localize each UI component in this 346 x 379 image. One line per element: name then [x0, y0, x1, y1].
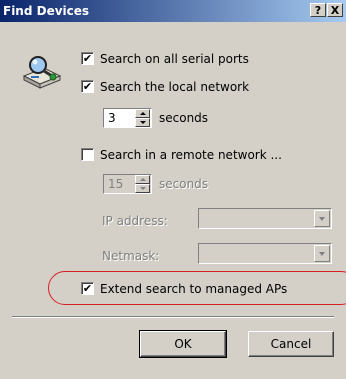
remote-network-checkbox[interactable] — [81, 148, 94, 161]
chevron-down-icon — [319, 252, 325, 256]
chevron-down-icon — [319, 217, 325, 221]
remote-timeout-value: 15 — [108, 177, 124, 191]
ip-address-dropdown-button — [314, 210, 330, 227]
local-timeout-value: 3 — [108, 111, 116, 125]
network-computer-search-icon — [22, 56, 62, 89]
ip-address-label: IP address: — [102, 214, 168, 228]
spin-down-button — [135, 184, 150, 193]
spin-up-button[interactable] — [135, 109, 150, 118]
arrow-down-icon — [140, 121, 146, 124]
serial-ports-checkbox[interactable]: ✔ — [81, 52, 94, 65]
netmask-dropdown-button — [314, 245, 330, 262]
spin-down-button[interactable] — [135, 118, 150, 127]
find-devices-dialog: Find Devices ? X ✔ Search on all serial … — [0, 0, 346, 379]
local-timeout-stepper[interactable] — [135, 109, 150, 127]
dialog-title: Find Devices — [3, 4, 90, 18]
title-bar: Find Devices ? X — [0, 0, 346, 22]
arrow-down-icon — [140, 187, 146, 190]
arrow-up-icon — [140, 178, 146, 181]
ok-button[interactable]: OK — [139, 330, 227, 358]
serial-ports-label: Search on all serial ports — [100, 52, 249, 66]
managed-aps-label: Extend search to managed APs — [100, 282, 288, 296]
ip-address-combo — [198, 208, 332, 229]
remote-network-label: Search in a remote network ... — [100, 148, 282, 162]
remote-timeout-unit: seconds — [159, 177, 209, 191]
netmask-label: Netmask: — [102, 249, 160, 263]
netmask-combo — [198, 243, 332, 264]
spin-up-button — [135, 175, 150, 184]
cancel-button[interactable]: Cancel — [248, 331, 334, 357]
local-timeout-unit: seconds — [159, 111, 209, 125]
close-button[interactable]: X — [327, 3, 343, 17]
arrow-up-icon — [140, 112, 146, 115]
local-network-checkbox[interactable]: ✔ — [81, 80, 94, 93]
separator — [12, 316, 334, 318]
local-network-label: Search the local network — [100, 80, 250, 94]
remote-timeout-stepper — [135, 175, 150, 193]
managed-aps-checkbox[interactable]: ✔ — [81, 282, 94, 295]
help-button[interactable]: ? — [310, 3, 326, 17]
